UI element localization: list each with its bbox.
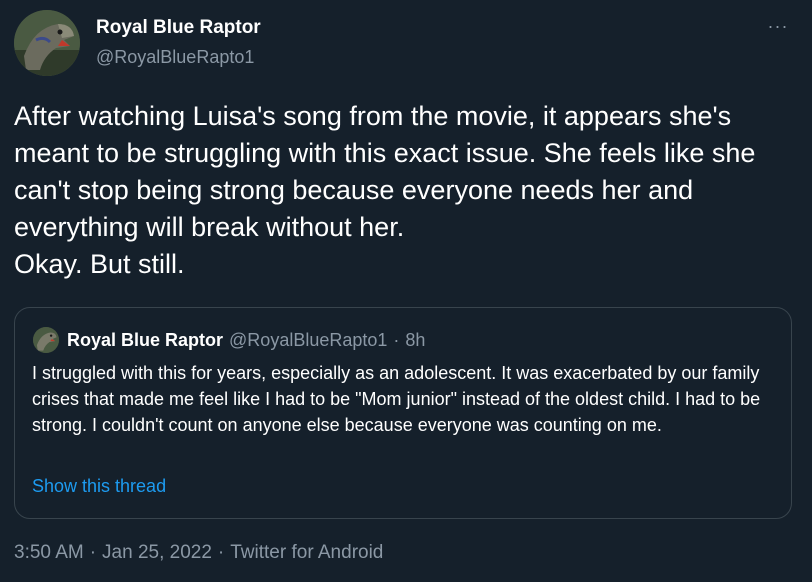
tweet-source[interactable]: Twitter for Android [230, 542, 383, 563]
raptor-avatar-icon [14, 10, 80, 76]
quoted-tweet-text: I struggled with this for years, especia… [32, 363, 761, 435]
author-handle[interactable]: @RoyalBlueRapto1 [96, 47, 254, 68]
tweet-text: After watching Luisa's song from the mov… [14, 101, 756, 279]
separator-dot: · [393, 329, 400, 350]
tweet-time[interactable]: 3:50 AM [14, 542, 84, 563]
separator-dot: · [217, 542, 225, 563]
tweet-metadata: 3:50 AM · Jan 25, 2022 · Twitter for Android [14, 542, 383, 564]
author-name[interactable]: Royal Blue Raptor [96, 17, 261, 39]
quoted-timestamp: 8h [405, 329, 426, 350]
tweet-date[interactable]: Jan 25, 2022 [102, 542, 212, 563]
more-horizontal-icon: ··· [767, 15, 789, 36]
author-avatar[interactable] [14, 10, 80, 76]
quoted-author-handle: @RoyalBlueRapto1 [229, 329, 388, 350]
quoted-author-avatar [33, 327, 59, 353]
quoted-tweet[interactable]: Royal Blue Raptor @RoyalBlueRapto1 · 8h … [14, 307, 792, 519]
more-options-button[interactable]: ··· [762, 14, 794, 38]
tweet: Royal Blue Raptor @RoyalBlueRapto1 ··· A… [0, 0, 812, 582]
quoted-tweet-header: Royal Blue Raptor @RoyalBlueRapto1 · 8h [33, 327, 425, 353]
separator-dot: · [89, 542, 97, 563]
quoted-author-name: Royal Blue Raptor [67, 329, 224, 350]
show-thread-link[interactable]: Show this thread [32, 476, 166, 497]
raptor-avatar-icon [33, 327, 59, 353]
